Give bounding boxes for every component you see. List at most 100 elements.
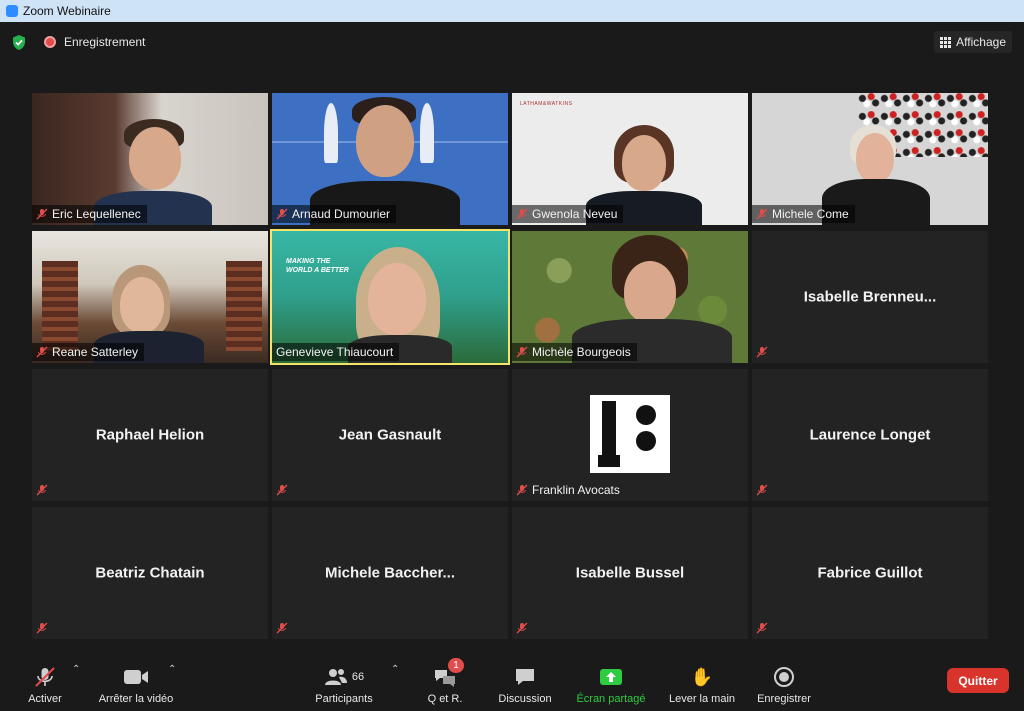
share-screen-icon bbox=[599, 665, 623, 689]
participant-name: Fabrice Guillot bbox=[817, 564, 923, 582]
participant-nameplate bbox=[512, 619, 534, 637]
participant-nameplate: Franklin Avocats bbox=[512, 481, 626, 499]
muted-mic-icon bbox=[756, 346, 768, 358]
gallery-view: Eric Lequellenec Arnaud Dumourier LATHAM… bbox=[32, 93, 990, 641]
video-tile[interactable]: Michele Come bbox=[752, 93, 988, 225]
meeting-topbar: Enregistrement Affichage bbox=[0, 22, 1024, 62]
participant-name: Isabelle Bussel bbox=[575, 564, 685, 582]
video-tile[interactable]: Michèle Bourgeois bbox=[512, 231, 748, 363]
participant-nameplate: Michele Come bbox=[752, 205, 855, 223]
muted-mic-icon bbox=[276, 622, 288, 634]
video-tile-no-video[interactable]: Raphael Helion bbox=[32, 369, 268, 501]
qa-button[interactable]: 1 Q et R. bbox=[422, 658, 468, 711]
participants-label: Participants bbox=[315, 693, 373, 705]
participant-name: Raphael Helion bbox=[95, 426, 205, 444]
participant-nameplate bbox=[32, 619, 54, 637]
video-tile-no-video[interactable]: Isabelle Bussel bbox=[512, 507, 748, 639]
view-label: Affichage bbox=[956, 35, 1006, 49]
recording-icon bbox=[44, 36, 56, 48]
participant-name: Arnaud Dumourier bbox=[292, 207, 391, 221]
participant-nameplate bbox=[752, 619, 774, 637]
video-tile-no-video[interactable]: Fabrice Guillot bbox=[752, 507, 988, 639]
video-tile[interactable]: LATHAM&WATKINS Gwenola Neveu bbox=[512, 93, 748, 225]
raise-hand-label: Lever la main bbox=[668, 693, 736, 705]
participant-nameplate: Reane Satterley bbox=[32, 343, 145, 361]
stop-video-button[interactable]: Arrêter la vidéo bbox=[94, 658, 178, 711]
security-shield-icon[interactable] bbox=[11, 34, 27, 51]
participant-name: Reane Satterley bbox=[52, 345, 139, 359]
participant-nameplate bbox=[272, 619, 294, 637]
video-camera-icon bbox=[123, 665, 149, 689]
participant-nameplate bbox=[752, 343, 774, 361]
muted-mic-icon bbox=[36, 622, 48, 634]
share-screen-label: Écran partagé bbox=[576, 693, 646, 705]
chat-button[interactable]: Discussion bbox=[494, 658, 556, 711]
participant-nameplate: Eric Lequellenec bbox=[32, 205, 147, 223]
zoom-app-icon bbox=[6, 5, 18, 17]
video-tile-active-speaker[interactable]: MAKING THE WORLD A BETTER Genevieve Thia… bbox=[270, 229, 510, 365]
record-button[interactable]: Enregistrer bbox=[752, 658, 816, 711]
qa-badge: 1 bbox=[448, 658, 464, 673]
participant-nameplate: Gwenola Neveu bbox=[512, 205, 624, 223]
background-slogan-text: MAKING THE WORLD A BETTER bbox=[286, 258, 349, 274]
view-button[interactable]: Affichage bbox=[934, 31, 1012, 53]
meeting-window: Enregistrement Affichage Eric Lequellene… bbox=[0, 22, 1024, 711]
video-tile-no-video[interactable]: Isabelle Brenneu... bbox=[752, 231, 988, 363]
participant-name: Gwenola Neveu bbox=[532, 207, 618, 221]
muted-mic-icon bbox=[36, 484, 48, 496]
muted-mic-icon bbox=[36, 346, 48, 358]
video-options-caret-icon[interactable]: ⌃ bbox=[168, 664, 176, 675]
participant-name: Laurence Longet bbox=[809, 426, 931, 444]
participant-name: Isabelle Brenneu... bbox=[803, 288, 937, 306]
record-label: Enregistrer bbox=[757, 693, 811, 705]
participant-name: Jean Gasnault bbox=[338, 426, 442, 444]
participant-nameplate: Michèle Bourgeois bbox=[512, 343, 637, 361]
participant-nameplate bbox=[752, 481, 774, 499]
video-tile-profile-picture[interactable]: Franklin Avocats bbox=[512, 369, 748, 501]
participants-icon: 66 bbox=[324, 665, 364, 689]
video-tile-no-video[interactable]: Laurence Longet bbox=[752, 369, 988, 501]
video-tile[interactable]: Eric Lequellenec bbox=[32, 93, 268, 225]
muted-mic-icon bbox=[34, 665, 56, 689]
muted-mic-icon bbox=[516, 208, 528, 220]
window-title: Zoom Webinaire bbox=[23, 4, 111, 18]
audio-options-caret-icon[interactable]: ⌃ bbox=[72, 664, 80, 675]
chat-label: Discussion bbox=[498, 693, 552, 705]
quit-button[interactable]: Quitter bbox=[947, 668, 1009, 693]
raise-hand-button[interactable]: ✋ Lever la main bbox=[664, 658, 740, 711]
participant-nameplate: Arnaud Dumourier bbox=[272, 205, 397, 223]
qa-icon: 1 bbox=[433, 658, 464, 689]
unmute-button[interactable]: Activer bbox=[22, 658, 68, 711]
franklin-logo-icon bbox=[590, 395, 670, 473]
muted-mic-icon bbox=[756, 622, 768, 634]
participants-options-caret-icon[interactable]: ⌃ bbox=[391, 664, 399, 675]
participant-name: Michele Baccher... bbox=[324, 564, 456, 582]
muted-mic-icon bbox=[276, 208, 288, 220]
unmute-label: Activer bbox=[28, 693, 62, 705]
muted-mic-icon bbox=[756, 208, 768, 220]
video-tile-no-video[interactable]: Jean Gasnault bbox=[272, 369, 508, 501]
participants-button[interactable]: 66 Participants bbox=[310, 658, 378, 711]
video-tile[interactable]: Arnaud Dumourier bbox=[272, 93, 508, 225]
participant-name: Genevieve Thiaucourt bbox=[276, 345, 394, 359]
meeting-toolbar: Activer ⌃ Arrêter la vidéo ⌃ 66 Particip… bbox=[0, 658, 1024, 711]
participant-name: Eric Lequellenec bbox=[52, 207, 141, 221]
grid-view-icon bbox=[940, 36, 952, 48]
recording-label: Enregistrement bbox=[64, 35, 146, 49]
video-tile-no-video[interactable]: Michele Baccher... bbox=[272, 507, 508, 639]
share-screen-button[interactable]: Écran partagé bbox=[572, 658, 650, 711]
participant-name: Franklin Avocats bbox=[532, 483, 620, 497]
stop-video-label: Arrêter la vidéo bbox=[98, 693, 174, 705]
participant-nameplate bbox=[32, 481, 54, 499]
muted-mic-icon bbox=[276, 484, 288, 496]
muted-mic-icon bbox=[516, 484, 528, 496]
raised-hand-icon: ✋ bbox=[690, 666, 714, 687]
muted-mic-icon bbox=[756, 484, 768, 496]
participant-name: Michèle Bourgeois bbox=[532, 345, 631, 359]
video-tile-no-video[interactable]: Beatriz Chatain bbox=[32, 507, 268, 639]
video-tile[interactable]: Reane Satterley bbox=[32, 231, 268, 363]
participants-count: 66 bbox=[351, 671, 365, 683]
muted-mic-icon bbox=[36, 208, 48, 220]
participant-name: Michele Come bbox=[772, 207, 849, 221]
participant-nameplate bbox=[272, 481, 294, 499]
